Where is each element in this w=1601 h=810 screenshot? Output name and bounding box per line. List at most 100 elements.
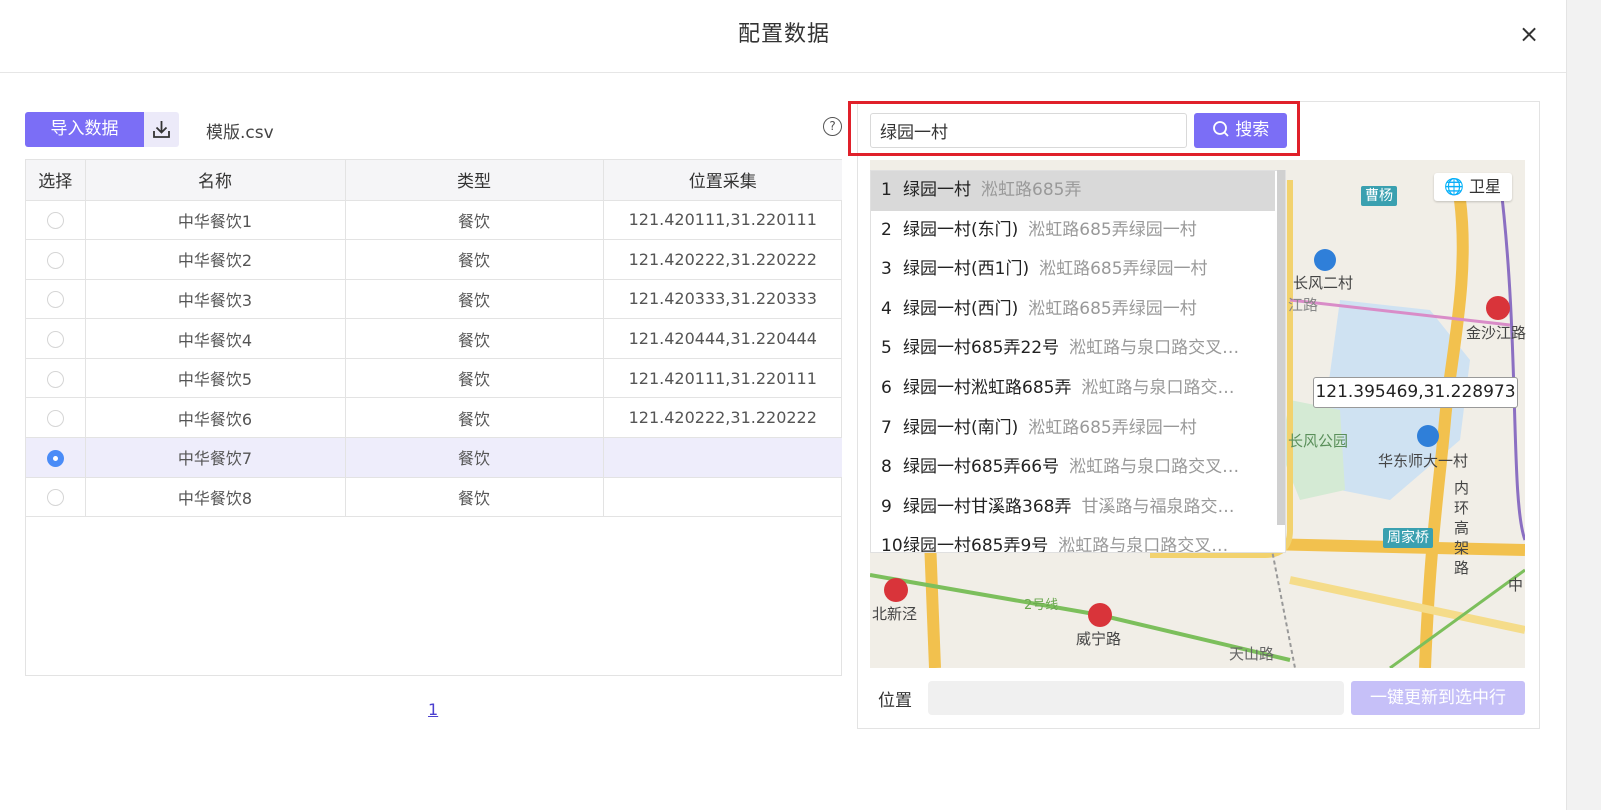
search-suggestion-list: 1 绿园一村 淞虹路685弄 2 绿园一村(东门) 淞虹路685弄绿园一村 3 绿园一村(… [870,170,1286,553]
suggestion-item[interactable]: 10绿园一村685弄9号 淞虹路与泉口路交叉… [871,527,1275,552]
row-location: 121.420222,31.220222 [603,397,842,439]
header-type[interactable]: 类型 [345,160,604,201]
globe-icon: 🌐 [1444,177,1464,196]
row-select-cell[interactable] [26,358,86,399]
coordinate-tooltip: 121.395469,31.228973 [1313,377,1518,408]
row-radio[interactable] [46,410,64,428]
row-type: 餐饮 [345,318,604,359]
header-name[interactable]: 名称 [85,160,346,201]
map-label-zhong: 中 [1508,576,1524,594]
template-file-link[interactable]: 模版.csv [206,118,274,143]
position-label: 位置 [878,691,912,711]
table-row[interactable]: 中华餐饮4 餐饮 121.420444,31.220444 [26,318,842,359]
suggestion-item[interactable]: 5 绿园一村685弄22号 淞虹路与泉口路交叉… [871,329,1275,369]
row-type: 餐饮 [345,437,604,478]
row-radio[interactable] [46,291,64,309]
row-radio[interactable] [46,212,64,230]
suggestion-item[interactable]: 6 绿园一村淞虹路685弄 淞虹路与泉口路交… [871,369,1275,409]
data-table: 选择 名称 类型 位置采集 中华餐饮1 餐饮 121.420111,31.220… [25,159,842,676]
search-icon [1212,121,1229,137]
import-data-button[interactable]: 导入数据 [25,112,144,147]
map-label-huadong-shida: 华东师大一村 [1378,452,1469,470]
map-label-neihuan: 内环高架路 [1454,479,1470,577]
row-location: 121.420444,31.220444 [603,318,842,359]
row-select-cell[interactable] [26,279,86,320]
help-icon[interactable]: ? [823,117,842,136]
suggestion-item[interactable]: 1 绿园一村 淞虹路685弄 [871,171,1275,211]
satellite-toggle-button[interactable]: 🌐 卫星 [1434,173,1512,201]
row-select-cell[interactable] [26,239,86,280]
position-field[interactable] [928,681,1344,715]
row-name: 中华餐饮1 [85,200,346,241]
suggestion-item[interactable]: 2 绿园一村(东门) 淞虹路685弄绿园一村 [871,211,1275,251]
map-label-weining-road: 威宁路 [1076,630,1122,648]
suggestion-item[interactable]: 8 绿园一村685弄66号 淞虹路与泉口路交叉… [871,448,1275,488]
page-edge [1566,0,1601,810]
row-select-cell[interactable] [26,200,86,241]
row-type: 餐饮 [345,239,604,280]
row-type: 餐饮 [345,477,604,518]
row-name: 中华餐饮7 [85,437,346,478]
pagination-page-1[interactable]: 1 [428,700,438,719]
table-row[interactable]: 中华餐饮6 餐饮 121.420222,31.220222 [26,397,842,439]
table-row[interactable]: 中华餐饮8 餐饮 [26,477,842,518]
table-row-selected[interactable]: 中华餐饮7 餐饮 [26,437,842,478]
download-icon [153,121,170,138]
row-type: 餐饮 [345,200,604,241]
map-label-caoyang: 曹杨 [1361,186,1397,206]
search-button-label: 搜索 [1235,120,1270,140]
header-select: 选择 [26,160,86,201]
row-name: 中华餐饮6 [85,397,346,439]
row-select-cell[interactable] [26,397,86,439]
row-type: 餐饮 [345,279,604,320]
suggestion-item[interactable]: 3 绿园一村(西1门) 淞虹路685弄绿园一村 [871,250,1275,290]
table-row[interactable]: 中华餐饮2 餐饮 121.420222,31.220222 [26,239,842,280]
row-radio-checked[interactable] [46,449,64,467]
row-type: 餐饮 [345,397,604,439]
map-search-button[interactable]: 搜索 [1194,113,1287,148]
update-selected-row-button[interactable]: 一键更新到选中行 [1351,681,1525,715]
map-search-input[interactable] [870,113,1187,148]
row-location [603,437,842,478]
suggestion-scrollbar[interactable] [1277,170,1285,525]
row-radio[interactable] [46,370,64,388]
map-label-changfeng-park: 长风公园 [1288,432,1349,450]
header-location[interactable]: 位置采集 [603,160,842,201]
map-label-jiang-road: 江路 [1288,296,1319,314]
row-name: 中华餐饮3 [85,279,346,320]
row-name: 中华餐饮5 [85,358,346,399]
suggestion-item[interactable]: 4 绿园一村(西门) 淞虹路685弄绿园一村 [871,290,1275,330]
row-radio[interactable] [46,489,64,507]
map-label-changfeng-ercun: 长风二村 [1293,274,1354,292]
row-location: 121.420222,31.220222 [603,239,842,280]
dialog-header: 配置数据 × [0,0,1568,73]
row-location: 121.420111,31.220111 [603,358,842,399]
row-select-cell[interactable] [26,437,86,478]
suggestion-item[interactable]: 9 绿园一村甘溪路368弄 甘溪路与福泉路交… [871,488,1275,528]
table-row[interactable]: 中华餐饮3 餐饮 121.420333,31.220333 [26,279,842,320]
row-location [603,477,842,518]
row-location: 121.420333,31.220333 [603,279,842,320]
table-header-row: 选择 名称 类型 位置采集 [26,160,842,201]
row-name: 中华餐饮2 [85,239,346,280]
row-type: 餐饮 [345,358,604,399]
row-radio[interactable] [46,331,64,349]
row-name: 中华餐饮8 [85,477,346,518]
row-location: 121.420111,31.220111 [603,200,842,241]
row-select-cell[interactable] [26,477,86,518]
satellite-label: 卫星 [1469,177,1502,196]
suggestion-item[interactable]: 7 绿园一村(南门) 淞虹路685弄绿园一村 [871,409,1275,449]
config-data-dialog: 配置数据 × 导入数据 模版.csv ? 选择 名称 类型 位置采集 中华餐饮1… [0,0,1568,810]
table-row[interactable]: 中华餐饮5 餐饮 121.420111,31.220111 [26,358,842,399]
download-template-button[interactable] [144,112,179,147]
row-select-cell[interactable] [26,318,86,359]
dialog-title: 配置数据 [737,22,830,47]
row-radio[interactable] [46,251,64,269]
map-label-beixinjing: 北新泾 [872,605,918,623]
row-name: 中华餐饮4 [85,318,346,359]
map-label-tianshan-road: 天山路 [1229,645,1275,663]
map-label-line2: 2号线 [1024,598,1059,613]
close-icon[interactable]: × [1514,19,1544,49]
map-label-zhoujiaqiao: 周家桥 [1383,528,1433,548]
table-row[interactable]: 中华餐饮1 餐饮 121.420111,31.220111 [26,200,842,241]
